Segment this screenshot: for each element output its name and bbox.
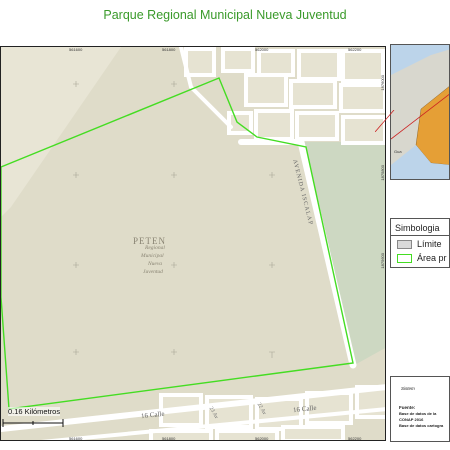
legend-item-area: Área pr	[397, 253, 447, 263]
scale-label: 0.16 Kilómetros	[8, 407, 61, 416]
x-coord-top-3: 562000	[255, 47, 269, 52]
legend-label-limite: Límite	[417, 239, 442, 249]
x-coord-top-2: 561800	[162, 47, 176, 52]
park-label-line-2: Municipal	[141, 253, 164, 259]
x-coord-bottom-1: 561600	[69, 436, 83, 441]
x-coord-bottom-4: 562200	[348, 436, 362, 441]
main-map[interactable]: 561600 561800 562000 562200 561600 56180…	[0, 46, 386, 441]
y-coord-right-2: 1875800	[380, 165, 385, 181]
source-info-box: Sistem Fuente: Base de datos de la CONAP…	[390, 376, 450, 442]
legend: Simbologia Límite Área pr	[390, 218, 450, 268]
y-coord-right-3: 1875600	[380, 253, 385, 269]
locator-line	[375, 110, 395, 132]
info-line-1: Base de datos de la	[399, 411, 437, 416]
inset-map-canvas	[391, 45, 449, 179]
legend-title: Simbologia	[395, 223, 440, 233]
park-label-line-1: Regional	[145, 245, 165, 251]
map-title: Parque Regional Municipal Nueva Juventud	[103, 8, 347, 22]
x-coord-bottom-3: 562000	[255, 436, 269, 441]
info-system: Sistem	[401, 386, 415, 391]
main-map-canvas	[1, 47, 385, 440]
legend-divider	[391, 235, 449, 236]
park-label-line-4: Juventud	[143, 269, 163, 275]
info-line-2: CONAP 2016	[399, 417, 424, 422]
legend-swatch-area	[397, 253, 412, 263]
inset-map[interactable]: Gua	[390, 44, 450, 180]
x-coord-bottom-2: 561800	[162, 436, 176, 441]
x-coord-top-4: 562200	[348, 47, 362, 52]
legend-swatch-limite	[397, 239, 412, 249]
park-label-line-3: Nueva	[148, 261, 163, 267]
y-coord-right-1: 1876000	[380, 75, 385, 91]
info-fuente: Fuente:	[399, 405, 416, 410]
legend-label-area: Área pr	[417, 253, 447, 263]
legend-item-limite: Límite	[397, 239, 442, 249]
inset-label: Gua	[394, 149, 402, 154]
x-coord-top-1: 561600	[69, 47, 83, 52]
info-line-3: Base de datos cartogra	[399, 423, 444, 428]
